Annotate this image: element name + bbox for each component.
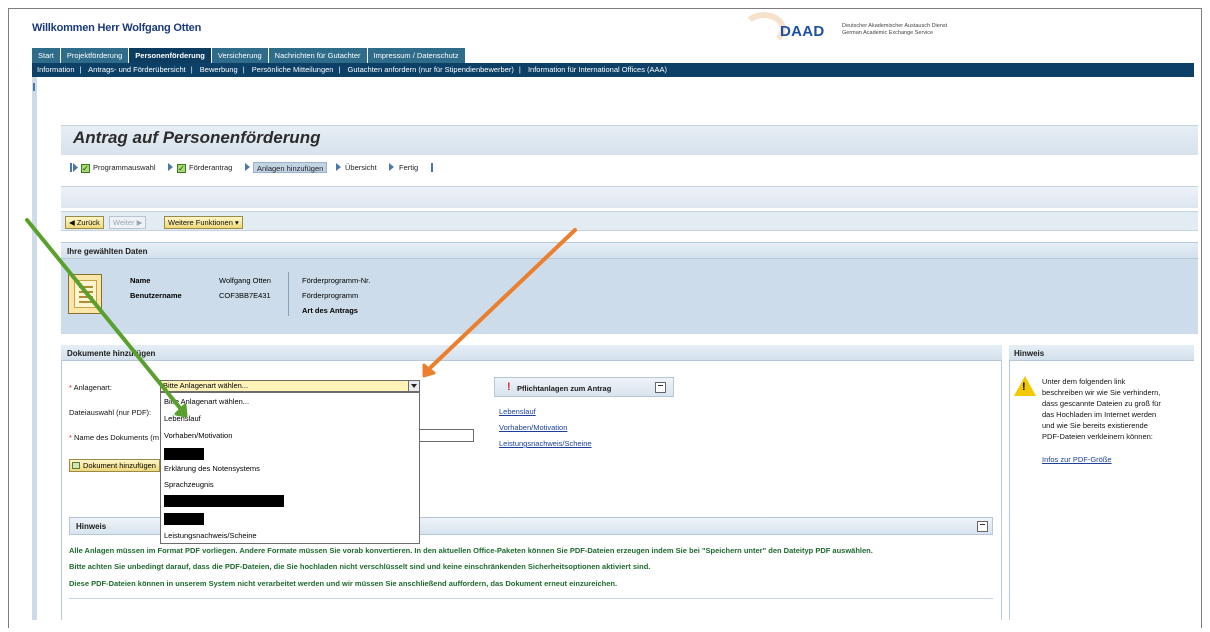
attachment-type-dropdown: Bitte Anlagenart wählen... Lebenslauf Vo… — [160, 392, 420, 544]
tab-projektfoerderung[interactable]: Projektförderung — [60, 48, 130, 63]
check-icon: ✓ — [81, 163, 90, 173]
document-icon — [68, 274, 102, 314]
file-select-label: Dateiauswahl (nur PDF): — [69, 408, 152, 417]
tab-nachrichten[interactable]: Nachrichten für Gutachter — [268, 48, 368, 63]
tab-start[interactable]: Start — [32, 48, 61, 63]
right-hint-line: das Hochladen im Internet werden — [1042, 410, 1157, 419]
dropdown-option[interactable]: Sprachzeugnis — [164, 480, 214, 489]
right-hint-line: PDF-Dateien verkleinern können: — [1042, 432, 1153, 441]
data-divider — [288, 272, 289, 316]
tab-personenfoerderung[interactable]: Personenförderung — [129, 48, 212, 63]
attachment-type-select[interactable]: Bitte Anlagenart wählen... — [160, 380, 420, 392]
message-area — [61, 186, 1198, 208]
hint-line-1: Alle Anlagen müssen im Format PDF vorlie… — [69, 546, 873, 555]
name-value: Wolfgang Otten — [219, 276, 271, 285]
required-attachments-header: ! Pflichtanlagen zum Antrag — [494, 377, 674, 397]
link-lebenslauf[interactable]: Lebenslauf — [499, 407, 536, 416]
page-title: Antrag auf Personenförderung — [73, 128, 321, 147]
collapse-handle-icon[interactable] — [33, 83, 35, 91]
logo-line-2: German Academic Exchange Service — [842, 30, 934, 36]
roadmap-step-fertig[interactable]: Fertig — [399, 162, 418, 173]
tab-impressum[interactable]: Impressum / Datenschutz — [367, 48, 466, 63]
add-document-button[interactable]: Dokument hinzufügen — [69, 459, 160, 472]
selected-data-header — [61, 243, 1198, 259]
right-hint-line: Unter dem folgenden link — [1042, 377, 1126, 386]
next-button[interactable]: Weiter ▶ — [109, 216, 147, 229]
link-vorhaben[interactable]: Vorhaben/Motivation — [499, 423, 567, 432]
subnav-antragsuebersicht[interactable]: Antrags- und Förderübersicht — [88, 65, 186, 74]
roadmap-step-programmauswahl[interactable]: ✓ Programmauswahl — [81, 162, 156, 173]
redacted-option[interactable] — [164, 448, 204, 460]
add-document-icon — [72, 462, 80, 469]
redacted-option[interactable] — [164, 495, 284, 507]
dropdown-option[interactable]: Bitte Anlagenart wählen... — [164, 397, 249, 406]
minimize-icon[interactable] — [977, 521, 988, 532]
application-type-label: Art des Antrags — [302, 306, 358, 315]
right-hint-panel — [1009, 345, 1194, 620]
program-label: Förderprogramm — [302, 291, 359, 300]
check-icon: ✓ — [177, 163, 186, 173]
redacted-option[interactable] — [164, 513, 204, 525]
tab-versicherung[interactable]: Versicherung — [211, 48, 269, 63]
dropdown-option[interactable]: Vorhaben/Motivation — [164, 431, 232, 440]
roadmap-step-foerderantrag[interactable]: ✓ Förderantrag — [177, 162, 232, 173]
right-hint-line: und wie Sie bereits existierende — [1042, 421, 1148, 430]
chevron-down-icon[interactable] — [408, 381, 419, 391]
add-documents-title: Dokumente hinzufügen — [67, 349, 156, 358]
link-leistungsnachweis[interactable]: Leistungsnachweis/Scheine — [499, 439, 592, 448]
welcome-text: Willkommen Herr Wolfgang Otten — [32, 22, 202, 34]
hint-line-2: Bitte achten Sie unbedingt darauf, dass … — [69, 562, 651, 571]
left-collapse-bar[interactable] — [32, 77, 37, 620]
username-value: COF3BB7E431 — [219, 291, 271, 300]
toolbar: ◀ Zurück Weiter ▶ Weitere Funktionen ▾ — [61, 211, 1198, 231]
dropdown-option[interactable]: Erklärung des Notensystems — [164, 464, 260, 473]
logo-wordmark: DAAD — [780, 23, 825, 40]
document-name-label: * Name des Dokuments (m — [69, 433, 160, 442]
attachment-type-label: * Anlagenart: — [69, 383, 112, 392]
subnav-bewerbung[interactable]: Bewerbung — [200, 65, 238, 74]
subnav-international-offices[interactable]: Information für International Offices (A… — [528, 65, 667, 74]
sub-navigation: Information | Antrags- und Förderübersich… — [32, 63, 1194, 77]
roadmap-step-uebersicht[interactable]: Übersicht — [345, 162, 377, 173]
dropdown-option[interactable]: Lebenslauf — [164, 414, 201, 423]
selected-data-title: Ihre gewählten Daten — [67, 247, 148, 256]
roadmap-arrow-icon — [168, 163, 173, 171]
main-tabs: Start Projektförderung Personenförderung… — [32, 48, 466, 63]
subnav-gutachten[interactable]: Gutachten anfordern (nur für Stipendienb… — [348, 65, 514, 74]
roadmap: ✓ Programmauswahl ✓ Förderantrag Anlagen h… — [61, 158, 1198, 178]
program-number-label: Förderprogramm-Nr. — [302, 276, 371, 285]
roadmap-step-anlagen[interactable]: Anlagen hinzufügen — [253, 162, 328, 173]
exclamation-icon: ! — [507, 381, 511, 393]
roadmap-arrow-icon — [336, 163, 341, 171]
minimize-icon[interactable] — [655, 382, 666, 393]
hint-title: Hinweis — [76, 522, 107, 531]
dropdown-option[interactable]: Leistungsnachweis/Scheine — [164, 531, 257, 540]
roadmap-end-icon — [431, 163, 433, 172]
subnav-mitteilungen[interactable]: Persönliche Mitteilungen — [252, 65, 334, 74]
username-label: Benutzername — [130, 291, 182, 300]
warning-mark: ! — [1022, 381, 1026, 393]
add-documents-header — [61, 345, 1002, 361]
name-label: Name — [130, 276, 151, 285]
divider — [69, 598, 993, 599]
hint-line-3: Diese PDF-Dateien können in unserem Syst… — [69, 579, 618, 588]
daad-logo: DAAD Deutscher Akademischer Austausch Di… — [742, 10, 962, 50]
roadmap-start-icon — [70, 163, 78, 172]
link-pdf-size[interactable]: Infos zur PDF-Größe — [1042, 455, 1112, 464]
back-button[interactable]: ◀ Zurück — [65, 216, 104, 229]
logo-line-1: Deutscher Akademischer Austausch Dienst — [842, 23, 948, 29]
right-hint-line: beschreiben wir wie Sie verhindern, — [1042, 388, 1161, 397]
right-hint-title: Hinweis — [1014, 349, 1045, 358]
roadmap-arrow-icon — [245, 163, 250, 171]
required-attachments-title: Pflichtanlagen zum Antrag — [517, 384, 612, 393]
right-hint-line: dass gescannte Dateien zu groß für — [1042, 399, 1161, 408]
more-functions-button[interactable]: Weitere Funktionen ▾ — [164, 216, 243, 229]
roadmap-arrow-icon — [389, 163, 394, 171]
subnav-information[interactable]: Information — [37, 65, 75, 74]
